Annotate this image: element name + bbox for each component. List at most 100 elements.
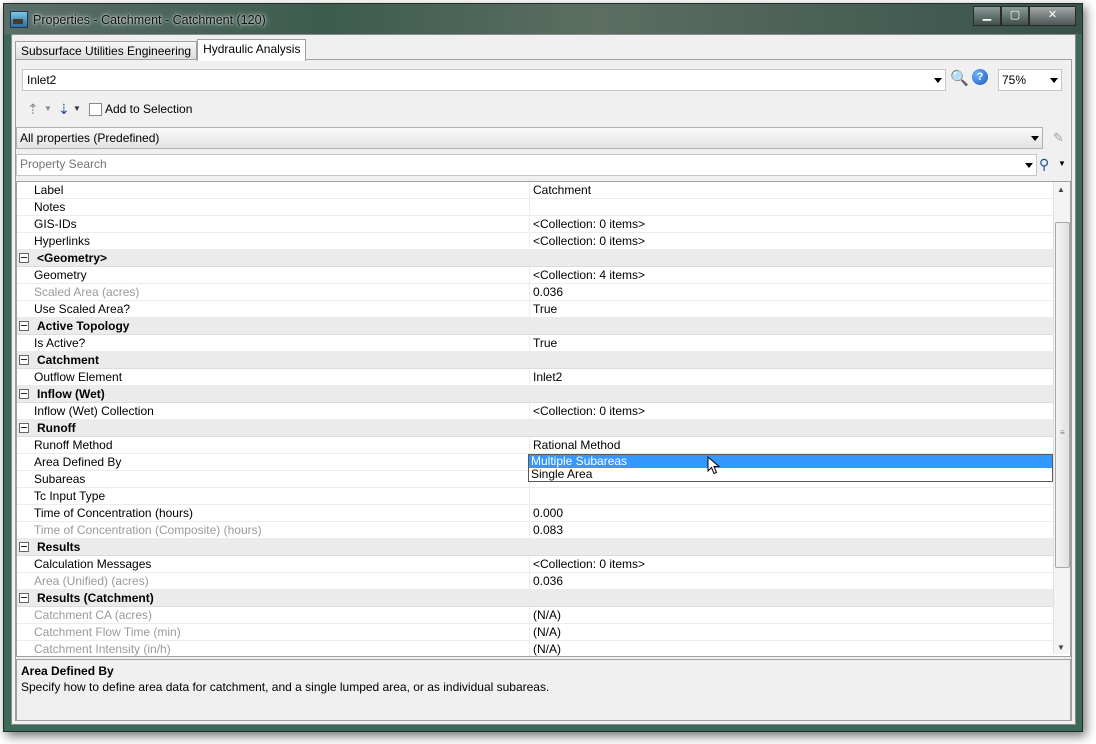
category-row[interactable]: Runoff — [17, 420, 1053, 437]
area-defined-by-dropdown[interactable]: Multiple Subareas Single Area — [528, 454, 1053, 482]
property-value[interactable]: <Collection: 0 items> — [529, 556, 1056, 572]
property-value[interactable]: 0.036 — [529, 284, 1056, 300]
property-value[interactable]: <Collection: 0 items> — [529, 403, 1056, 419]
property-row[interactable]: Use Scaled Area? True — [17, 301, 1053, 318]
category-row[interactable]: Inflow (Wet) — [17, 386, 1053, 403]
scroll-down-icon[interactable]: ▼ — [1057, 643, 1065, 652]
property-row[interactable]: Runoff Method Rational Method — [17, 437, 1053, 454]
element-selector[interactable]: Inlet2 — [22, 69, 946, 91]
property-row[interactable]: Area (Unified) (acres) 0.036 — [17, 573, 1053, 590]
property-name: Is Active? — [34, 336, 86, 350]
property-value[interactable]: 0.036 — [529, 573, 1056, 589]
title-bar[interactable]: Properties - Catchment - Catchment (120)… — [4, 4, 1082, 34]
property-value[interactable]: Catchment — [529, 182, 1056, 198]
collapse-icon[interactable] — [19, 355, 29, 365]
property-row[interactable]: Geometry <Collection: 4 items> — [17, 267, 1053, 284]
property-value[interactable]: <Collection: 4 items> — [529, 267, 1056, 283]
property-row[interactable]: Notes — [17, 199, 1053, 216]
property-row[interactable]: Scaled Area (acres) 0.036 — [17, 284, 1053, 301]
dropdown-option-single-area[interactable]: Single Area — [529, 468, 1052, 481]
category-label: <Geometry> — [37, 251, 108, 265]
property-filter-selector[interactable]: All properties (Predefined) — [16, 127, 1043, 149]
property-row[interactable]: Calculation Messages <Collection: 0 items… — [17, 556, 1053, 573]
category-row[interactable]: <Geometry> — [17, 250, 1053, 267]
property-row[interactable]: Inflow (Wet) Collection <Collection: 0 it… — [17, 403, 1053, 420]
zoom-to-element-icon[interactable]: 🔍 — [950, 69, 969, 87]
chevron-down-icon[interactable] — [1031, 136, 1039, 141]
description-pane: Area Defined By Specify how to define ar… — [16, 659, 1071, 721]
close-button[interactable]: ✕ — [1029, 6, 1076, 26]
category-row[interactable]: Results (Catchment) — [17, 590, 1053, 607]
property-row[interactable]: Label Catchment — [17, 182, 1053, 199]
property-value[interactable]: 0.083 — [529, 522, 1056, 538]
property-row[interactable]: Time of Concentration (Composite) (hours… — [17, 522, 1053, 539]
search-icon[interactable]: ⚲ — [1039, 156, 1049, 173]
property-value[interactable]: True — [529, 335, 1056, 351]
property-value[interactable]: <Collection: 0 items> — [529, 233, 1056, 249]
property-row[interactable]: Is Active? True — [17, 335, 1053, 352]
grip-icon: ≡ — [1060, 428, 1065, 437]
description-title: Area Defined By — [21, 664, 114, 678]
property-value[interactable] — [529, 199, 1056, 215]
maximize-button[interactable]: ▢ — [1001, 6, 1029, 26]
chevron-down-icon[interactable] — [1050, 78, 1058, 83]
property-filter-value: All properties (Predefined) — [20, 131, 160, 145]
app-icon — [10, 11, 28, 28]
property-search-box[interactable] — [16, 154, 1037, 176]
property-value[interactable]: (N/A) — [529, 607, 1056, 623]
property-name: Area Defined By — [34, 455, 122, 469]
chevron-down-icon[interactable]: ▼ — [73, 100, 81, 118]
scroll-up-icon[interactable]: ▲ — [1057, 185, 1065, 194]
add-to-selection-checkbox[interactable]: Add to Selection — [89, 102, 192, 116]
property-row[interactable]: Outflow Element Inlet2 — [17, 369, 1053, 386]
chevron-down-icon[interactable] — [1025, 163, 1033, 168]
chevron-down-icon[interactable] — [934, 78, 942, 83]
property-grid-scrollbar[interactable]: ▲ ≡ ▼ — [1053, 182, 1070, 654]
property-row[interactable]: Catchment Intensity (in/h) (N/A) — [17, 641, 1056, 656]
collapse-icon[interactable] — [19, 423, 29, 433]
property-name: Notes — [34, 200, 66, 214]
scrollbar-thumb[interactable]: ≡ — [1055, 222, 1070, 568]
collapse-icon[interactable] — [19, 253, 29, 263]
dropdown-option-multiple-subareas[interactable]: Multiple Subareas — [529, 455, 1052, 468]
collapse-icon[interactable] — [19, 321, 29, 331]
property-row[interactable]: Tc Input Type — [17, 488, 1053, 505]
property-value[interactable] — [529, 488, 1056, 504]
navigate-downstream-icon[interactable]: ⇣ — [58, 100, 70, 118]
property-value[interactable]: Inlet2 — [529, 369, 1056, 385]
checkbox-box[interactable] — [89, 102, 102, 116]
property-row[interactable]: Time of Concentration (hours) 0.000 — [17, 505, 1053, 522]
collapse-icon[interactable] — [19, 389, 29, 399]
category-row[interactable]: Results — [17, 539, 1053, 556]
edit-filter-icon[interactable]: ✎ — [1053, 130, 1067, 145]
property-row[interactable]: Catchment Flow Time (min) (N/A) — [17, 624, 1053, 641]
collapse-icon[interactable] — [19, 593, 29, 603]
tab-hydraulic-analysis[interactable]: Hydraulic Analysis — [197, 39, 307, 61]
category-row[interactable]: Active Topology — [17, 318, 1053, 335]
minimize-button[interactable]: ▁ — [973, 6, 1001, 26]
property-value[interactable]: True — [529, 301, 1056, 317]
help-icon[interactable]: ? — [972, 69, 988, 85]
property-value[interactable]: (N/A) — [529, 641, 1056, 656]
tab-strip: Subsurface Utilities Engineering Hydraul… — [15, 39, 307, 61]
property-value[interactable]: (N/A) — [529, 624, 1056, 640]
property-name: GIS-IDs — [34, 217, 77, 231]
property-row[interactable]: Hyperlinks <Collection: 0 items> — [17, 233, 1053, 250]
category-row[interactable]: Catchment — [17, 352, 1053, 369]
chevron-down-icon[interactable]: ▼ — [44, 100, 52, 118]
property-name: Inflow (Wet) Collection — [34, 404, 154, 418]
property-name: Use Scaled Area? — [34, 302, 131, 316]
property-row[interactable]: Catchment CA (acres) (N/A) — [17, 607, 1053, 624]
chevron-down-icon[interactable]: ▼ — [1058, 159, 1066, 168]
property-value[interactable]: 0.000 — [529, 505, 1056, 521]
property-search-input[interactable] — [17, 155, 1003, 173]
collapse-icon[interactable] — [19, 542, 29, 552]
tab-subsurface-utilities-engineering[interactable]: Subsurface Utilities Engineering — [15, 41, 198, 60]
category-label: Inflow (Wet) — [37, 387, 105, 401]
property-name: Tc Input Type — [34, 489, 106, 503]
property-value[interactable]: <Collection: 0 items> — [529, 216, 1056, 232]
zoom-level-selector[interactable]: 75% — [998, 69, 1062, 91]
property-value[interactable]: Rational Method — [529, 437, 1056, 453]
navigate-upstream-icon[interactable]: ⇡ — [27, 100, 39, 118]
property-row[interactable]: GIS-IDs <Collection: 0 items> — [17, 216, 1053, 233]
